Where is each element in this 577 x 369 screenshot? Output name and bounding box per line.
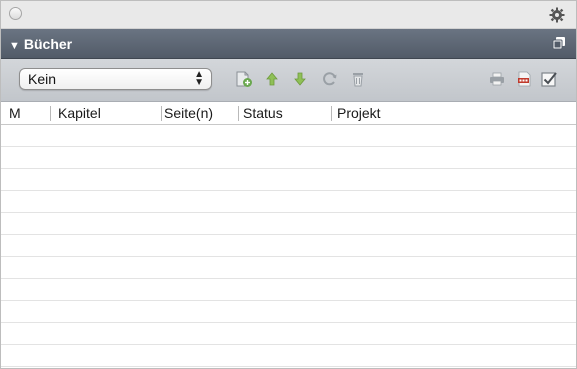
table-row xyxy=(1,323,576,345)
column-divider[interactable] xyxy=(238,106,239,121)
move-down-icon[interactable] xyxy=(291,70,309,88)
column-header-m[interactable]: M xyxy=(9,106,21,121)
column-header-kapitel[interactable]: Kapitel xyxy=(58,106,101,121)
book-select-value: Kein xyxy=(28,71,57,87)
delete-icon[interactable] xyxy=(349,70,367,88)
panel-title: Bücher xyxy=(23,36,73,52)
table-row xyxy=(1,191,576,213)
gear-icon[interactable] xyxy=(548,6,566,24)
books-panel-window: ▼ Bücher Kein ▲ ▼ M Kapitel Seite(n) Sta… xyxy=(0,0,577,369)
table-row xyxy=(1,345,576,367)
column-divider[interactable] xyxy=(50,106,51,121)
column-header-seiten[interactable]: Seite(n) xyxy=(164,106,213,121)
chapter-list[interactable] xyxy=(1,125,576,368)
updown-arrows-icon: ▲ ▼ xyxy=(194,69,204,88)
table-row xyxy=(1,147,576,169)
preflight-check-icon[interactable] xyxy=(540,70,558,88)
window-titlebar xyxy=(1,1,576,29)
column-divider[interactable] xyxy=(161,106,162,121)
column-header-status[interactable]: Status xyxy=(243,106,283,121)
close-icon[interactable] xyxy=(9,7,22,20)
column-divider[interactable] xyxy=(331,106,332,121)
move-up-icon[interactable] xyxy=(263,70,281,88)
table-row xyxy=(1,301,576,323)
sync-icon[interactable] xyxy=(321,70,339,88)
disclosure-triangle-down-icon[interactable]: ▼ xyxy=(9,40,20,52)
table-row xyxy=(1,169,576,191)
toolbar: Kein ▲ ▼ xyxy=(1,59,576,102)
book-select[interactable]: Kein ▲ ▼ xyxy=(19,68,212,90)
add-chapter-icon[interactable] xyxy=(235,70,253,88)
table-row xyxy=(1,235,576,257)
print-icon[interactable] xyxy=(488,70,506,88)
panel-header: ▼ Bücher xyxy=(1,29,576,59)
detach-panel-icon[interactable] xyxy=(552,36,566,50)
table-row xyxy=(1,279,576,301)
table-row xyxy=(1,213,576,235)
export-pdf-icon[interactable] xyxy=(516,70,534,88)
panel-title-group[interactable]: ▼ Bücher xyxy=(9,36,72,54)
column-header-projekt[interactable]: Projekt xyxy=(337,106,381,121)
table-row xyxy=(1,257,576,279)
table-row xyxy=(1,125,576,147)
table-header: M Kapitel Seite(n) Status Projekt xyxy=(1,102,576,125)
